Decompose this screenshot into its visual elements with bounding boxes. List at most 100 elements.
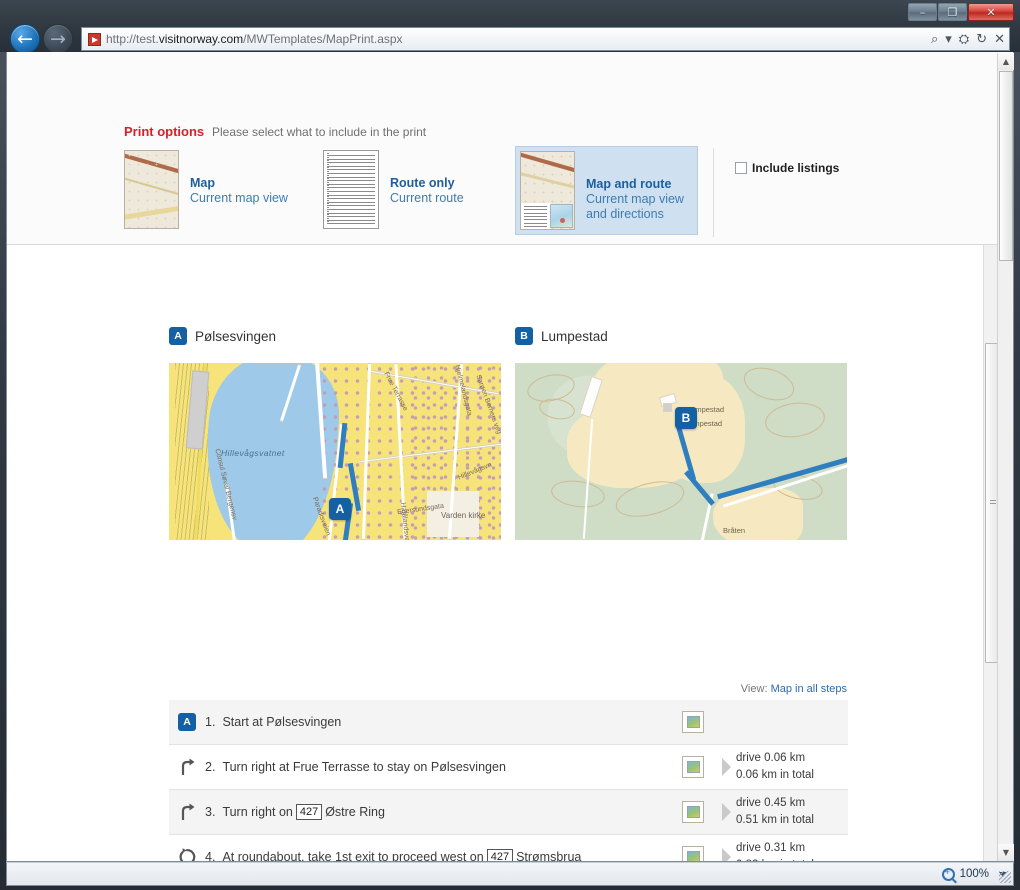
step-thumbnail-cell[interactable]: [664, 790, 722, 834]
map-b-pin-badge: B: [515, 327, 533, 345]
chevron-down-icon[interactable]: ▾: [945, 32, 952, 47]
step-distance-cell: drive 0.06 km 0.06 km in total: [736, 745, 848, 789]
forward-button[interactable]: →: [43, 24, 73, 54]
include-listings-option[interactable]: Include listings: [735, 161, 839, 175]
step-number: 2.: [205, 760, 216, 774]
zoom-level-label: 100%: [959, 868, 989, 880]
compatibility-view-icon[interactable]: ⛭: [959, 32, 969, 47]
step-map-thumbnail-icon[interactable]: [682, 711, 704, 733]
step-arrow-cell: [722, 745, 736, 789]
step-thumbnail-cell[interactable]: [664, 700, 722, 744]
stop-icon[interactable]: ✕: [994, 32, 1005, 47]
include-listings-checkbox[interactable]: [735, 162, 747, 174]
step-map-thumbnail-icon[interactable]: [682, 756, 704, 778]
step-text-cell: 3. Turn right on 427 Østre Ring: [205, 790, 664, 834]
step-map-thumbnail-icon[interactable]: [682, 801, 704, 823]
print-choice-map-desc: Current map view: [190, 191, 288, 205]
navigation-bar: ← → http://test.visitnorway.com/MWTempla…: [0, 22, 1020, 56]
map-thumbnail-icon: [124, 150, 179, 229]
url-prefix: http://test.: [106, 32, 159, 46]
print-options-title: Print options: [124, 124, 205, 139]
scroll-up-button[interactable]: ▲: [998, 53, 1014, 70]
step-thumbnail-cell[interactable]: [664, 745, 722, 789]
route-list-thumbnail-icon: [323, 150, 379, 229]
step-instruction-suffix: Strømsbrua: [516, 850, 582, 862]
step-total-distance: 0.06 km in total: [736, 769, 814, 781]
scroll-down-icon: ▼: [1002, 848, 1010, 857]
resize-grip[interactable]: [999, 871, 1011, 883]
step-arrow-cell: [722, 835, 736, 861]
site-favicon-icon: [88, 32, 101, 46]
direction-step[interactable]: 4. At roundabout, take 1st exit to proce…: [169, 835, 848, 862]
address-bar[interactable]: http://test.visitnorway.com/MWTemplates/…: [81, 27, 1010, 51]
address-bar-url: http://test.visitnorway.com/MWTemplates/…: [106, 32, 403, 46]
step-instruction: Turn right on: [222, 805, 293, 819]
print-choice-map[interactable]: Map Current map view: [120, 146, 292, 233]
step-instruction: Turn right at Frue Terrasse to stay on P…: [222, 760, 506, 774]
map-a-label-varden-kirke: Varden kirke: [441, 511, 486, 520]
road-shield: 427: [486, 849, 514, 861]
step-number: 4.: [205, 850, 216, 862]
step-icon-cell: [169, 745, 205, 789]
view-label: View:: [740, 683, 768, 695]
chevron-right-icon: [722, 803, 731, 821]
minimize-button[interactable]: –: [908, 3, 937, 21]
close-button[interactable]: ✕: [968, 3, 1014, 21]
roundabout-icon: [179, 848, 196, 861]
page-content: Print options Please select what to incl…: [7, 52, 999, 862]
map-a-lake-label: Hillevågsvatnet: [221, 448, 285, 458]
print-choice-both-desc2: and directions: [586, 207, 664, 221]
step-icon-cell: [169, 835, 205, 861]
step-thumbnail-cell[interactable]: [664, 835, 722, 861]
print-choice-route-only[interactable]: Route only Current route: [319, 146, 468, 233]
search-icon[interactable]: ⌕: [931, 32, 938, 47]
chevron-right-icon: [722, 848, 731, 861]
forward-arrow-icon: →: [50, 27, 66, 50]
refresh-icon[interactable]: ↻: [976, 32, 987, 47]
print-options-panel: Print options Please select what to incl…: [7, 52, 999, 281]
print-choice-map-and-route[interactable]: Map and route Current map view and direc…: [515, 146, 698, 235]
chevron-right-icon: [722, 758, 731, 776]
print-choice-both-desc1: Current map view: [586, 192, 684, 206]
step-text-cell: 2. Turn right at Frue Terrasse to stay o…: [205, 745, 664, 789]
direction-step[interactable]: 2. Turn right at Frue Terrasse to stay o…: [169, 745, 848, 790]
window-controls: – ❐ ✕: [908, 3, 1014, 23]
step-distance-cell: drive 0.31 km 0.82 km in total: [736, 835, 848, 861]
view-line: View: Map in all steps: [515, 683, 847, 695]
start-pin-icon: A: [178, 713, 196, 731]
direction-step[interactable]: A 1. Start at Pølsesvingen: [169, 700, 848, 745]
step-number: 1.: [205, 715, 216, 729]
step-map-thumbnail-icon[interactable]: [682, 846, 704, 861]
browser-scrollbar-thumb[interactable]: [999, 71, 1013, 261]
status-bar: 100%: [6, 862, 1014, 886]
scroll-down-button[interactable]: ▼: [998, 844, 1014, 861]
step-drive-distance: drive 0.31 km: [736, 842, 806, 854]
browser-scrollbar[interactable]: ▲ ▼: [997, 53, 1014, 861]
zoom-control[interactable]: 100%: [941, 867, 1007, 881]
turn-right-icon: [181, 803, 195, 820]
map-image-start[interactable]: Frue Terrasse Hjelmelandsgata Sarøen Ber…: [169, 363, 501, 540]
step-drive-distance: drive 0.45 km: [736, 797, 806, 809]
print-options-subtitle: Please select what to include in the pri…: [212, 125, 427, 139]
print-choice-both-title: Map and route: [586, 177, 672, 191]
back-button[interactable]: ←: [10, 24, 40, 54]
url-path: /MWTemplates/MapPrint.aspx: [243, 32, 403, 46]
back-arrow-icon: ←: [17, 27, 33, 50]
step-icon-cell: A: [169, 700, 205, 744]
step-drive-distance: drive 0.06 km: [736, 752, 806, 764]
map-a-pin-badge: A: [169, 327, 187, 345]
map-a-marker-pin[interactable]: A: [329, 498, 351, 520]
scroll-up-icon: ▲: [1002, 57, 1010, 66]
step-total-distance: 0.51 km in total: [736, 814, 814, 826]
step-instruction: At roundabout, take 1st exit to proceed …: [222, 850, 484, 862]
step-icon-cell: [169, 790, 205, 834]
direction-step[interactable]: 3. Turn right on 427 Østre Ring drive 0.…: [169, 790, 848, 835]
map-in-all-steps-link[interactable]: Map in all steps: [771, 683, 847, 695]
step-distance-cell: [736, 700, 848, 744]
url-host: visitnorway.com: [158, 32, 244, 46]
maximize-button[interactable]: ❐: [938, 3, 967, 21]
map-image-end[interactable]: Lumpestad Lumpestad Bråten B: [515, 363, 847, 540]
step-text-cell: 1. Start at Pølsesvingen: [205, 700, 664, 744]
step-text-cell: 4. At roundabout, take 1st exit to proce…: [205, 835, 664, 862]
map-b-marker-pin[interactable]: B: [675, 407, 697, 429]
